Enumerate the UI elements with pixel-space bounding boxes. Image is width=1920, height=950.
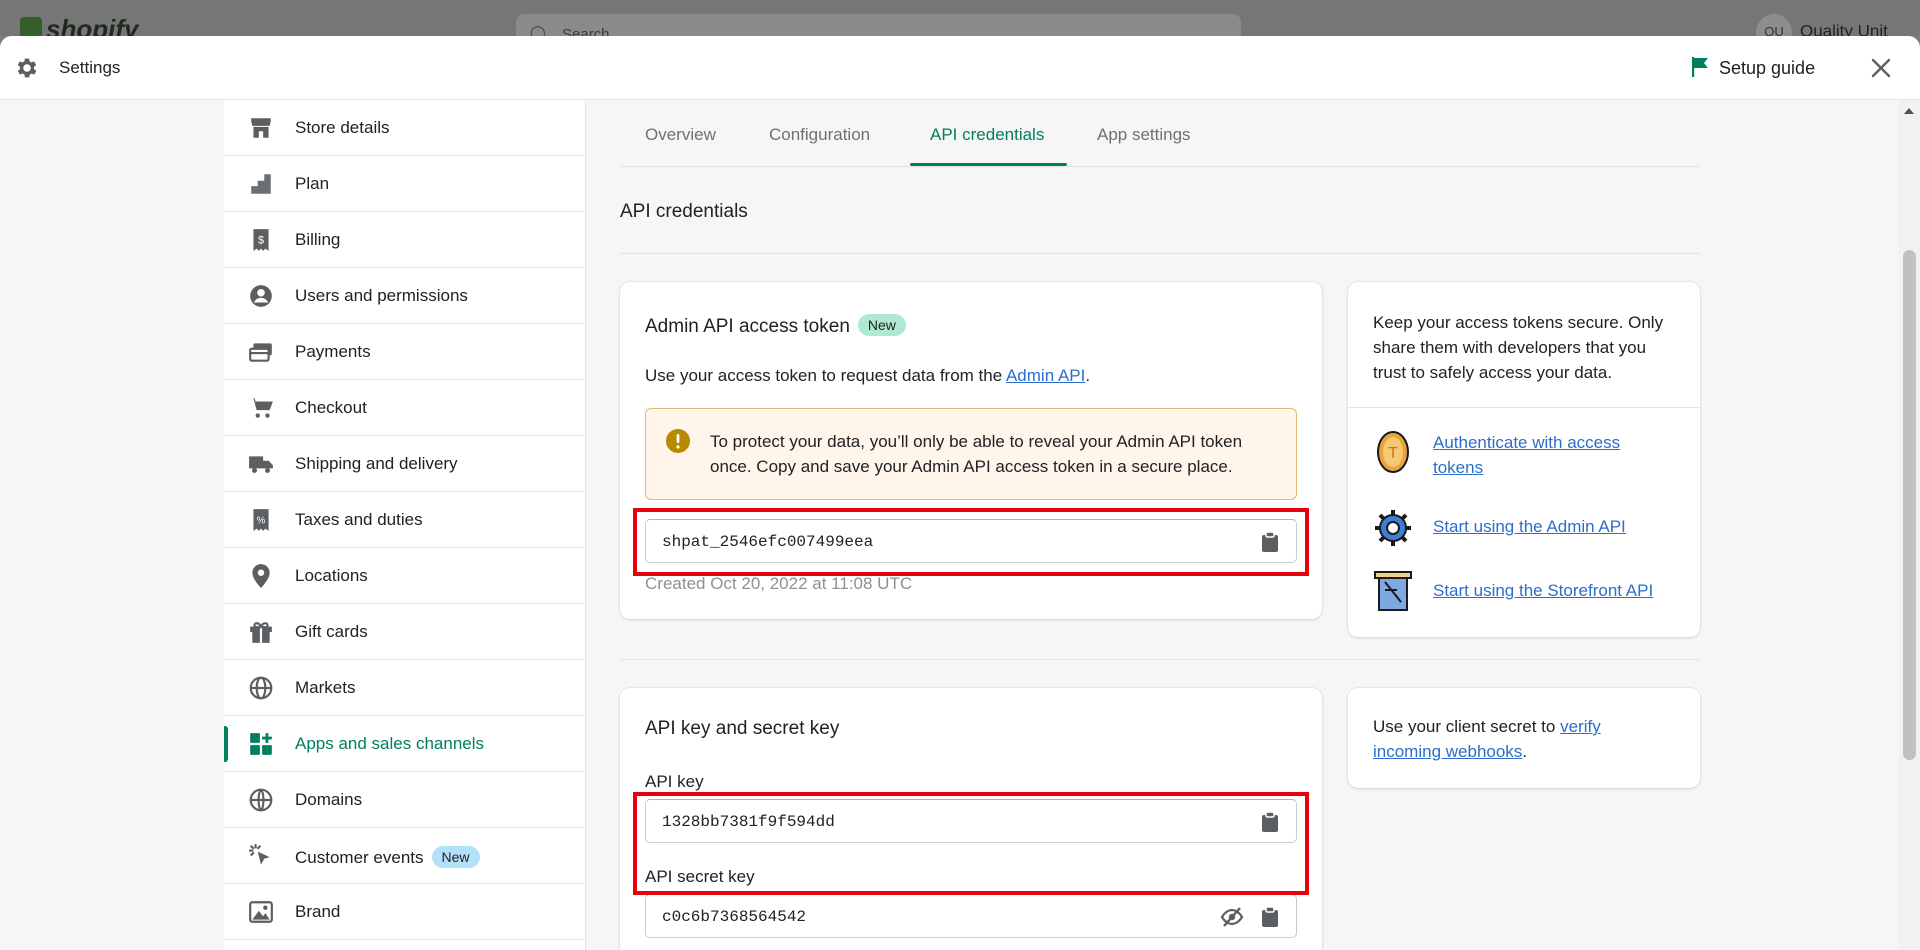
plan-icon [251,174,271,194]
tab-configuration[interactable]: Configuration [769,125,870,145]
flag-icon[interactable] [1690,56,1710,78]
resource-link-storefront-api[interactable]: Start using the Storefront API [1373,570,1673,614]
sidebar-item-gift-cards[interactable]: Gift cards [224,604,586,660]
brand-icon [249,901,273,923]
created-timestamp: Created Oct 20, 2022 at 11:08 UTC [645,574,913,593]
sidebar-item-customer-events[interactable]: Customer events New [224,828,586,884]
clipboard-icon[interactable] [1260,906,1280,928]
resource-link-label[interactable]: Start using the Admin API [1433,514,1673,539]
api-secret-value: c0c6b7368564542 [662,908,807,926]
tab-overview[interactable]: Overview [645,125,716,145]
sidebar-item-billing[interactable]: $ Billing [224,212,586,268]
apps-icon [250,733,272,755]
payments-icon [249,343,272,362]
tab-app-settings[interactable]: App settings [1097,125,1191,145]
scroll-up-arrow[interactable] [1904,108,1914,114]
api-key-label: API key [645,772,704,791]
resource-link-authenticate[interactable]: T Authenticate with access tokens [1373,430,1673,482]
sidebar-item-taxes[interactable]: % Taxes and duties [224,492,586,548]
new-badge: New [857,314,906,336]
sidebar-item-plan[interactable]: Plan [224,156,586,212]
settings-header: Settings Setup guide [0,36,1920,100]
divider [620,659,1700,660]
truck-icon [249,456,273,473]
sidebar-item-brand[interactable]: Brand [224,884,586,940]
card-title: Admin API access token [645,316,850,337]
scroll-icon [1374,571,1412,611]
coin-icon: T [1377,431,1409,473]
sidebar-item-checkout[interactable]: Checkout [224,380,586,436]
sidebar-item-shipping[interactable]: Shipping and delivery [224,436,586,492]
admin-topbar-backdrop: shopify ◯ Search QU Quality Unit [0,0,1920,50]
cursor-icon [249,844,270,865]
sidebar-item-locations[interactable]: Locations [224,548,586,604]
settings-modal: Settings Setup guide Store details Plan … [0,36,1920,950]
highlight-box [633,792,1309,895]
api-secret-field[interactable]: c0c6b7368564542 [645,894,1297,938]
admin-api-link[interactable]: Admin API [1006,366,1085,385]
sidebar-item-users[interactable]: Users and permissions [224,268,586,324]
sidebar-item-domains[interactable]: Domains [224,772,586,828]
svg-text:%: % [257,515,266,526]
sidebar-item-payments[interactable]: Payments [224,324,586,380]
warning-banner: To protect your data, you’ll only be abl… [645,408,1297,500]
page-title: API credentials [620,201,748,222]
scrollbar[interactable] [1899,100,1920,950]
active-tab-indicator [910,163,1067,166]
resource-link-label[interactable]: Authenticate with access tokens [1433,430,1673,480]
svg-text:$: $ [258,234,264,246]
settings-sidebar: Store details Plan $ Billing Users and p… [224,100,586,950]
resource-link-label[interactable]: Start using the Storefront API [1433,578,1673,603]
new-badge: New [431,846,480,868]
svg-text:T: T [1388,445,1398,462]
eye-off-icon[interactable] [1220,906,1244,928]
tab-api-credentials[interactable]: API credentials [930,125,1044,145]
close-icon[interactable] [1865,52,1897,84]
card-title: API key and secret key [645,718,840,739]
store-icon [251,118,271,138]
gear-icon [17,58,37,78]
modal-title: Settings [59,58,121,77]
resources-card: Keep your access tokens secure. Only sha… [1348,282,1700,637]
warning-text: To protect your data, you’ll only be abl… [710,432,1243,476]
scrollbar-thumb[interactable] [1903,250,1916,760]
sidebar-item-store-details[interactable]: Store details [224,100,586,156]
user-icon [250,285,272,307]
cart-icon [249,398,273,418]
tax-icon: % [253,509,269,531]
sidebar-item-label: Customer events [295,848,424,867]
resource-link-admin-api[interactable]: Start using the Admin API [1373,506,1673,550]
card-description: Use your access token to request data fr… [645,366,1091,385]
webhooks-text: Use your client secret to verify incomin… [1373,717,1601,761]
tab-bar: Overview Configuration API credentials A… [620,100,1700,167]
setup-guide-link[interactable]: Setup guide [1719,58,1815,79]
domains-icon [249,788,273,812]
main-content: Overview Configuration API credentials A… [620,100,1700,950]
globe-icon [249,676,273,700]
divider [1348,407,1700,408]
gift-icon [250,622,272,643]
billing-icon: $ [253,229,269,251]
security-tip: Keep your access tokens secure. Only sha… [1373,313,1664,382]
location-icon [252,564,270,588]
webhooks-card: Use your client secret to verify incomin… [1348,688,1700,788]
warning-icon [666,429,690,453]
cog-icon [1375,510,1411,546]
sidebar-item-apps[interactable]: Apps and sales channels [224,716,586,772]
highlight-box [633,508,1309,576]
sidebar-item-markets[interactable]: Markets [224,660,586,716]
divider [620,253,1700,254]
